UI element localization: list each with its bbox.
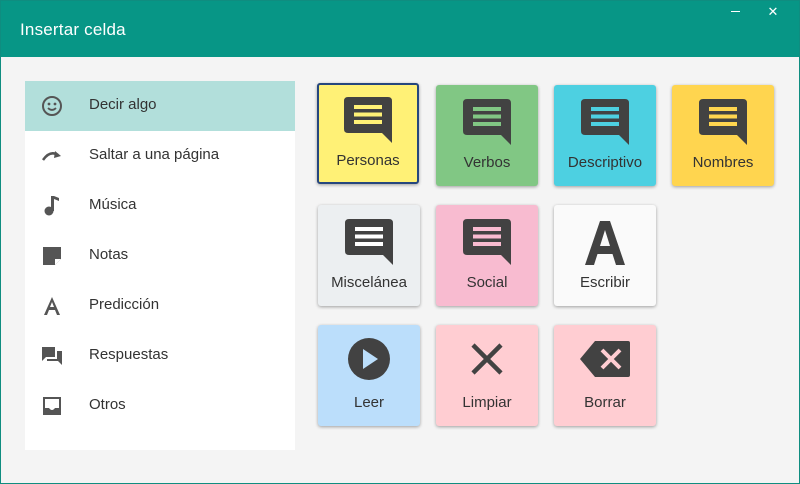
tile-personas[interactable]: Personas — [317, 83, 419, 184]
tile-leer[interactable]: Leer — [318, 325, 420, 426]
redo-arrow-icon — [40, 144, 64, 168]
tile-limpiar[interactable]: Limpiar — [436, 325, 538, 426]
minimize-icon — [730, 10, 740, 13]
tile-label: Nombres — [692, 154, 754, 171]
tile-label: Escribir — [579, 274, 630, 291]
smiley-icon — [40, 94, 64, 118]
tile-label: Descriptivo — [567, 154, 643, 171]
tile-escribir[interactable]: Escribir — [554, 205, 656, 306]
category-sidebar: Decir algo Saltar a una página Música No… — [25, 81, 295, 450]
speech-bubble-icon — [461, 95, 513, 147]
sidebar-item-respuestas[interactable]: Respuestas — [25, 331, 295, 381]
play-circle-icon — [343, 335, 395, 387]
music-note-icon — [40, 194, 64, 218]
sidebar-item-otros[interactable]: Otros — [25, 381, 295, 431]
sidebar-item-label: Otros — [89, 396, 126, 413]
speech-bubble-icon — [342, 93, 394, 145]
sidebar-item-label: Decir algo — [89, 96, 157, 113]
sidebar-item-label: Predicción — [89, 296, 160, 313]
backspace-icon — [579, 335, 631, 387]
letter-a-icon — [579, 215, 631, 267]
clear-x-icon — [461, 335, 513, 387]
sidebar-item-decir-algo[interactable]: Decir algo — [25, 81, 295, 131]
tile-descriptivo[interactable]: Descriptivo — [554, 85, 656, 186]
tile-label: Verbos — [463, 154, 511, 171]
sidebar-item-musica[interactable]: Música — [25, 181, 295, 231]
sidebar-item-notas[interactable]: Notas — [25, 231, 295, 281]
tile-label: Personas — [336, 152, 400, 169]
sidebar-item-label: Respuestas — [89, 346, 169, 363]
tile-verbos[interactable]: Verbos — [436, 85, 538, 186]
speech-bubble-icon — [579, 95, 631, 147]
insert-cell-dialog: Insertar celda ✕ Decir algo Saltar a una… — [0, 0, 800, 484]
letter-a-icon — [40, 294, 64, 318]
sidebar-item-label: Saltar a una página — [89, 146, 220, 163]
tile-label: Leer — [353, 394, 385, 411]
tile-label: Borrar — [584, 394, 626, 411]
minimize-button[interactable] — [719, 1, 751, 23]
tile-nombres[interactable]: Nombres — [672, 85, 774, 186]
tile-borrar[interactable]: Borrar — [554, 325, 656, 426]
speech-bubble-icon — [461, 215, 513, 267]
tile-label: Social — [466, 274, 508, 291]
speech-bubble-icon — [343, 215, 395, 267]
sidebar-item-prediccion[interactable]: Predicción — [25, 281, 295, 331]
sidebar-item-label: Notas — [89, 246, 129, 263]
tile-label: Limpiar — [462, 394, 512, 411]
window-title: Insertar celda — [20, 20, 126, 39]
sidebar-item-label: Música — [89, 196, 137, 213]
tile-label: Miscelánea — [331, 274, 407, 291]
sidebar-item-saltar-pagina[interactable]: Saltar a una página — [25, 131, 295, 181]
inbox-icon — [40, 394, 64, 418]
tile-miscelanea[interactable]: Miscelánea — [318, 205, 420, 306]
forum-icon — [40, 344, 64, 368]
tile-social[interactable]: Social — [436, 205, 538, 306]
speech-bubble-icon — [697, 95, 749, 147]
close-button[interactable]: ✕ — [753, 1, 793, 23]
title-bar: Insertar celda ✕ — [1, 1, 799, 57]
note-icon — [40, 244, 64, 268]
